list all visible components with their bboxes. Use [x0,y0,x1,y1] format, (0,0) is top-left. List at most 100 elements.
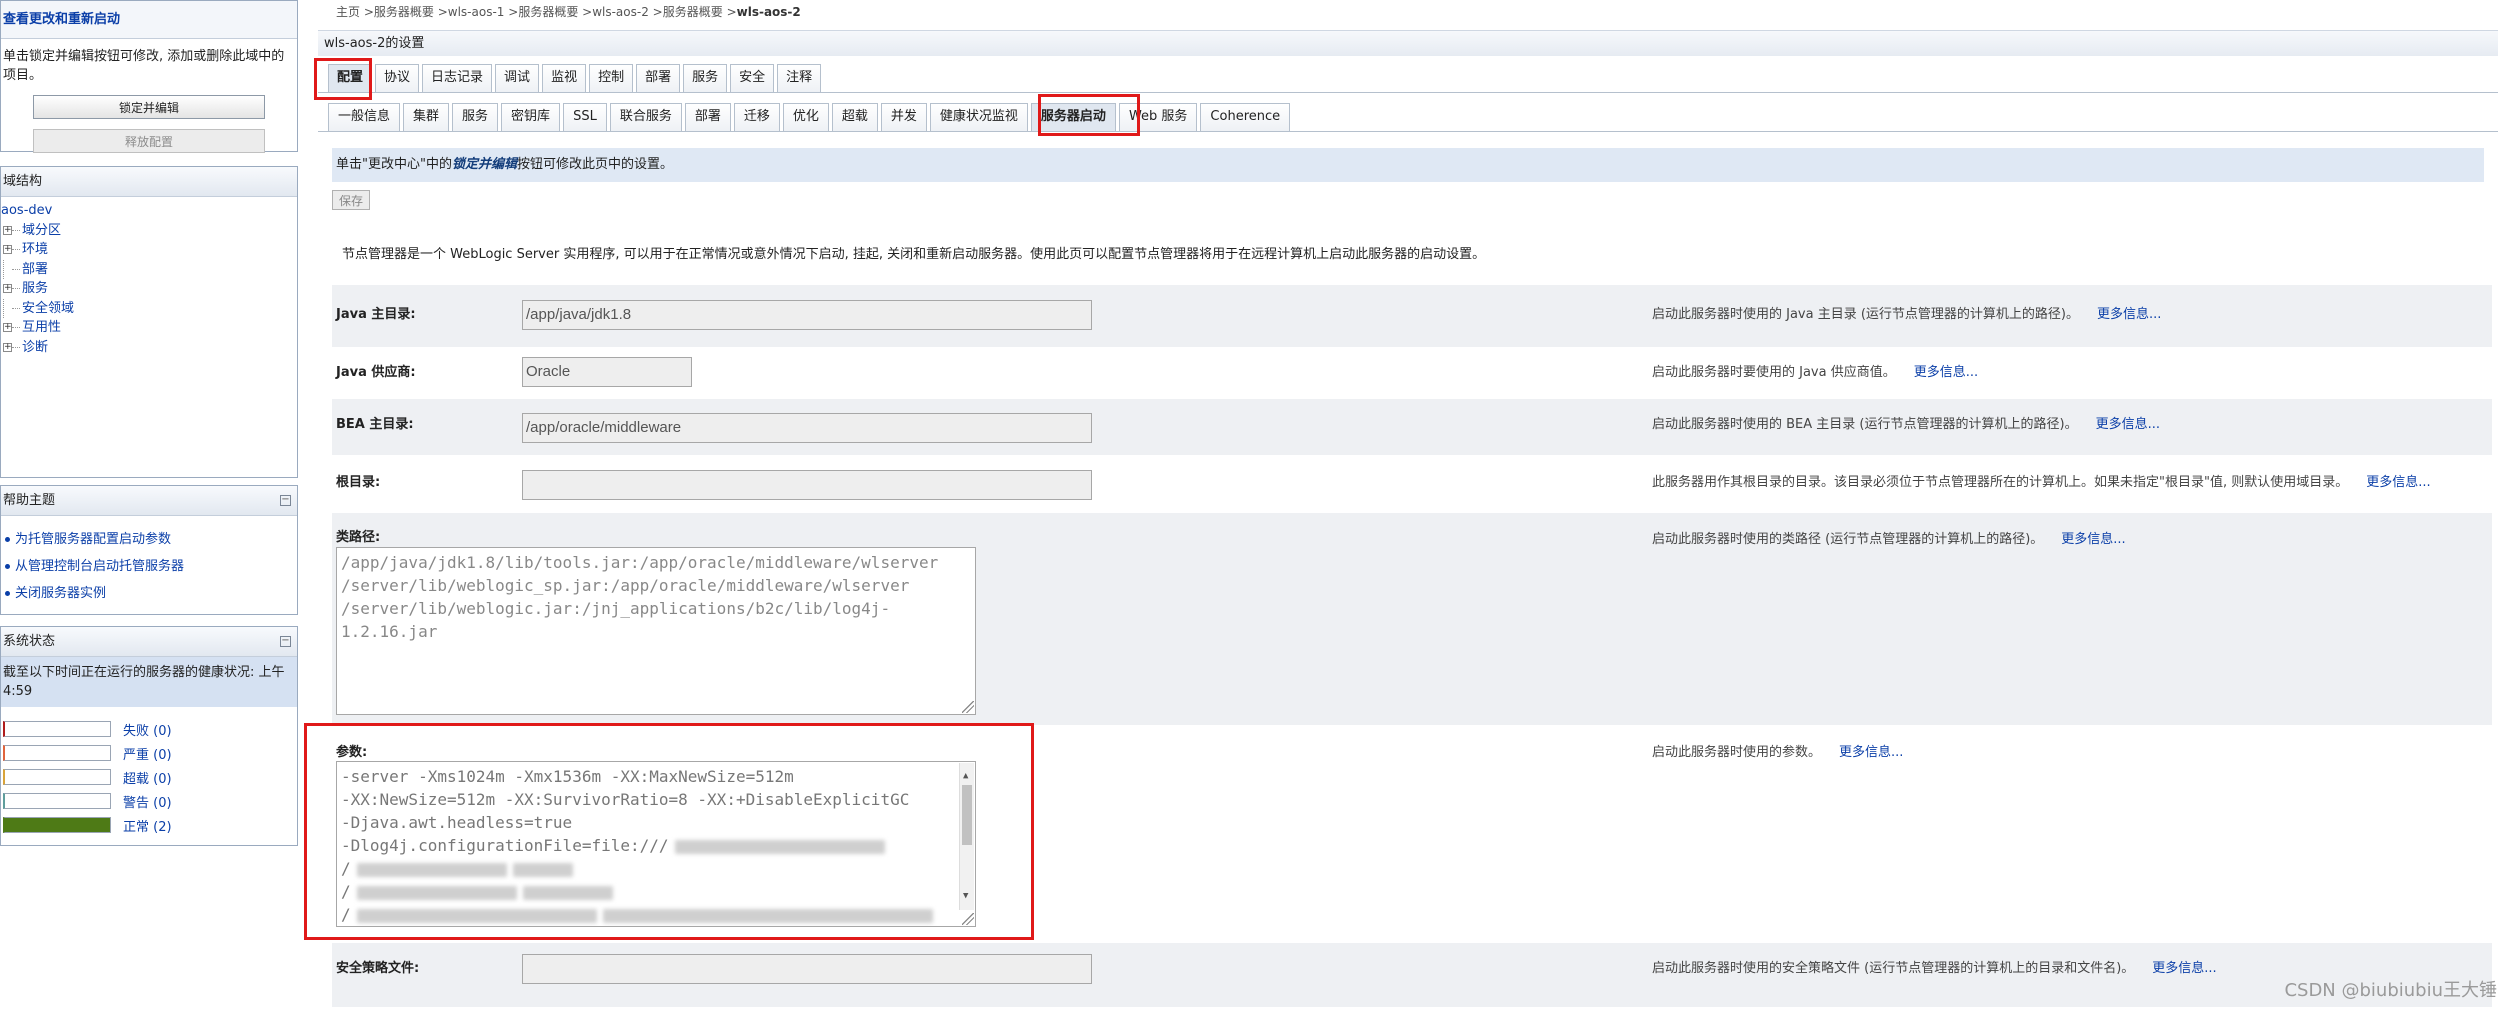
tab-secondary-12[interactable]: 服务器启动 [1030,103,1116,131]
tree-item-domain-partitions[interactable]: + 域分区 [1,221,297,241]
tab-secondary-9[interactable]: 超载 [831,103,878,131]
tab-secondary-7[interactable]: 迁移 [733,103,780,131]
root-dir-row: 根目录: 此服务器用作其根目录的目录。该目录必须位于节点管理器所在的计算机上。如… [332,455,2492,513]
scroll-thumb[interactable] [962,785,972,845]
tab-secondary-6[interactable]: 部署 [684,103,731,131]
health-bar [3,745,111,761]
page-title: wls-aos-2的设置 [318,30,2498,56]
tree-item-services[interactable]: + 服务 [1,279,297,299]
health-link[interactable]: 正常 (2) [123,816,172,835]
tab-primary-5[interactable]: 控制 [589,64,634,92]
java-home-desc: 启动此服务器时使用的 Java 主目录 (运行节点管理器的计算机上的路径)。 更多… [1652,307,2162,322]
tab-primary-3[interactable]: 调试 [495,64,540,92]
classpath-label: 类路径: [336,530,381,545]
change-center-heading[interactable]: 查看更改和重新启动 [1,1,297,39]
scroll-down-icon[interactable]: ▼ [963,885,968,908]
resize-grip-icon [962,913,974,925]
help-link[interactable]: 为托管服务器配置启动参数 [5,526,297,553]
tab-secondary-0[interactable]: 一般信息 [328,103,401,131]
expand-icon[interactable]: + [3,284,12,294]
system-status-description: 截至以下时间正在运行的服务器的健康状况: 上午4:59 [1,657,297,707]
tab-secondary-3[interactable]: 密钥库 [501,103,561,131]
expand-icon[interactable]: + [3,225,12,235]
java-vendor-desc: 启动此服务器时要使用的 Java 供应商值。 更多信息... [1652,365,1979,380]
tree-item-interoperability[interactable]: + 互用性 [1,318,297,338]
tab-primary-7[interactable]: 服务 [683,64,728,92]
classpath-value: /app/java/jdk1.8/lib/tools.jar:/app/orac… [341,553,939,641]
health-bar [3,721,111,737]
collapse-icon[interactable]: − [280,636,291,647]
arguments-desc: 启动此服务器时使用的参数。 更多信息... [1652,745,1904,760]
breadcrumb-link[interactable]: 服务器概要 [374,5,434,19]
breadcrumb-link[interactable]: wls-aos-2 [592,5,649,19]
breadcrumb-link[interactable]: 主页 [336,5,360,19]
health-bar [3,769,111,785]
security-policy-desc: 启动此服务器时使用的安全策略文件 (运行节点管理器的计算机上的目录和文件名)。更… [1652,961,2217,976]
change-center-text: 单击锁定并编辑按钮可修改, 添加或删除此域中的项目。 [3,49,285,83]
expand-icon[interactable]: + [3,323,12,333]
health-status-list: 失败 (0) 严重 (0) 超载 (0) 警告 (0) 正常 (2) [1,707,297,841]
textarea-scrollbar[interactable]: ▲ ▼ [959,763,974,910]
tree-item-deployments[interactable]: 部署 [1,259,297,280]
help-topics-panel: 帮助主题 − 为托管服务器配置启动参数 从管理控制台启动托管服务器 关闭服务器实… [0,485,298,615]
collapse-icon[interactable]: − [280,495,291,506]
java-vendor-label: Java 供应商: [336,365,416,380]
tab-secondary-5[interactable]: 联合服务 [609,103,682,131]
more-info-link[interactable]: 更多信息... [2096,417,2160,432]
system-status-panel: 系统状态 − 截至以下时间正在运行的服务器的健康状况: 上午4:59 失败 (0… [0,626,298,846]
more-info-link[interactable]: 更多信息... [1914,365,1978,380]
expand-icon[interactable]: + [3,342,12,352]
health-link[interactable]: 严重 (0) [123,744,172,763]
tree-item-environment[interactable]: + 环境 [1,240,297,260]
bea-home-input: /app/oracle/middleware [522,413,1092,443]
breadcrumb-link[interactable]: 服务器概要 [663,5,723,19]
health-bar [3,793,111,809]
tree-root-aos-dev[interactable]: aos-dev [1,201,297,221]
tab-secondary-2[interactable]: 服务 [452,103,499,131]
more-info-link[interactable]: 更多信息... [2061,532,2125,547]
breadcrumb-link[interactable]: 服务器概要 [518,5,578,19]
root-dir-desc: 此服务器用作其根目录的目录。该目录必须位于节点管理器所在的计算机上。如果未指定"… [1652,475,2431,490]
help-link[interactable]: 从管理控制台启动托管服务器 [5,553,297,580]
tab-primary-9[interactable]: 注释 [777,64,822,92]
tab-secondary-14[interactable]: Coherence [1200,103,1291,131]
bea-home-desc: 启动此服务器时使用的 BEA 主目录 (运行节点管理器的计算机上的路径)。 更多信… [1652,417,2160,432]
tab-primary-8[interactable]: 安全 [730,64,775,92]
tab-secondary-8[interactable]: 优化 [782,103,829,131]
lock-edit-button[interactable]: 锁定并编辑 [33,95,265,119]
breadcrumb-link[interactable]: wls-aos-1 [448,5,505,19]
left-column: 查看更改和重新启动 单击锁定并编辑按钮可修改, 添加或删除此域中的项目。 锁定并… [0,0,300,1012]
tree-item-security-realms[interactable]: 安全领域 [1,298,297,319]
health-link[interactable]: 警告 (0) [123,792,172,811]
bullet-icon [5,564,10,569]
tab-primary-0[interactable]: 配置 [328,64,373,92]
tab-primary-4[interactable]: 监视 [542,64,587,92]
tab-primary-6[interactable]: 部署 [636,64,681,92]
help-links: 为托管服务器配置启动参数 从管理控制台启动托管服务器 关闭服务器实例 [1,516,297,613]
tab-secondary-4[interactable]: SSL [563,103,607,131]
resize-grip-icon [962,701,974,713]
release-config-button: 释放配置 [33,129,265,153]
bea-home-label: BEA 主目录: [336,417,414,432]
tree-item-diagnostics[interactable]: + 诊断 [1,338,297,358]
tab-secondary-10[interactable]: 并发 [880,103,927,131]
tab-primary-2[interactable]: 日志记录 [422,64,493,92]
security-policy-row: 安全策略文件: 启动此服务器时使用的安全策略文件 (运行节点管理器的计算机上的目… [332,943,2492,1007]
more-info-link[interactable]: 更多信息... [2097,307,2161,322]
tab-secondary-13[interactable]: Web 服务 [1118,103,1198,131]
more-info-link[interactable]: 更多信息... [2366,475,2430,490]
tab-secondary-1[interactable]: 集群 [403,103,450,131]
more-info-link[interactable]: 更多信息... [1839,745,1903,760]
change-center-panel: 查看更改和重新启动 单击锁定并编辑按钮可修改, 添加或删除此域中的项目。 锁定并… [0,0,298,153]
domain-structure-panel: 域结构 aos-dev + 域分区 + 环境 部署 + 服务 安全领域 + 互用性 + 诊… [0,166,298,478]
health-link[interactable]: 超载 (0) [123,768,172,787]
tab-primary-1[interactable]: 协议 [375,64,420,92]
arguments-row: 参数: -server -Xms1024m -Xmx1536m -XX:MaxN… [332,725,2492,943]
bea-home-row: BEA 主目录: /app/oracle/middleware 启动此服务器时使… [332,399,2492,455]
health-link[interactable]: 失败 (0) [123,720,172,739]
help-link[interactable]: 关闭服务器实例 [5,580,297,607]
more-info-link[interactable]: 更多信息... [2152,961,2216,976]
domain-tree: aos-dev + 域分区 + 环境 部署 + 服务 安全领域 + 互用性 + 诊断 [1,197,297,357]
tab-secondary-11[interactable]: 健康状况监视 [929,103,1028,131]
expand-icon[interactable]: + [3,245,12,255]
